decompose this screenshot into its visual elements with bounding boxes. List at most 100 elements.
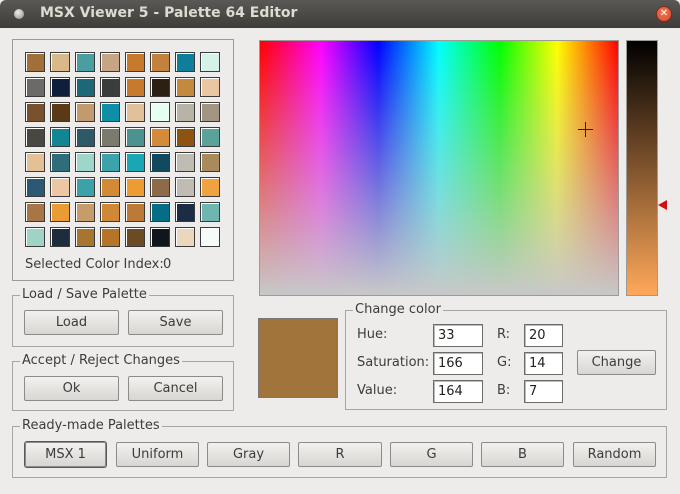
palette-swatch-13[interactable] — [150, 77, 170, 97]
palette-swatch-31[interactable] — [200, 127, 220, 147]
palette-swatch-23[interactable] — [200, 102, 220, 122]
palette-grid-panel: Selected Color Index: 0 — [12, 39, 234, 281]
palette-swatch-37[interactable] — [150, 152, 170, 172]
palette-swatch-46[interactable] — [175, 177, 195, 197]
palette-swatch-17[interactable] — [50, 102, 70, 122]
palette-swatch-18[interactable] — [75, 102, 95, 122]
title-bar[interactable]: MSX Viewer 5 - Palette 64 Editor ✕ — [0, 0, 680, 28]
palette-swatch-21[interactable] — [150, 102, 170, 122]
palette-swatch-25[interactable] — [50, 127, 70, 147]
save-button[interactable]: Save — [128, 310, 223, 335]
palette-swatch-26[interactable] — [75, 127, 95, 147]
selected-color-index-label: Selected Color Index: — [25, 257, 164, 272]
palette-swatch-57[interactable] — [50, 227, 70, 247]
palette-swatch-8[interactable] — [25, 77, 45, 97]
crosshair-icon — [578, 122, 593, 137]
hue-field[interactable]: 33 — [433, 324, 483, 347]
palette-swatch-48[interactable] — [25, 202, 45, 222]
palette-swatch-40[interactable] — [25, 177, 45, 197]
load-button[interactable]: Load — [24, 310, 119, 335]
palette-swatch-41[interactable] — [50, 177, 70, 197]
palette-swatch-33[interactable] — [50, 152, 70, 172]
palette-swatch-28[interactable] — [125, 127, 145, 147]
saturation-label: Saturation: — [357, 355, 430, 370]
palette-swatch-49[interactable] — [50, 202, 70, 222]
palette-swatch-58[interactable] — [75, 227, 95, 247]
saturation-field[interactable]: 166 — [433, 352, 483, 375]
hue-label: Hue: — [357, 327, 388, 342]
palette-swatch-45[interactable] — [150, 177, 170, 197]
close-button[interactable]: ✕ — [656, 6, 672, 22]
palette-swatch-0[interactable] — [25, 52, 45, 72]
palette-swatch-2[interactable] — [75, 52, 95, 72]
palette-swatch-39[interactable] — [200, 152, 220, 172]
palette-swatch-3[interactable] — [100, 52, 120, 72]
cancel-button[interactable]: Cancel — [128, 376, 223, 401]
hue-saturation-picker[interactable] — [259, 40, 619, 296]
g-field[interactable]: 14 — [524, 352, 563, 375]
palette-swatch-6[interactable] — [175, 52, 195, 72]
palette-gray-button[interactable]: Gray — [207, 442, 290, 467]
palette-msx1-button[interactable]: MSX 1 — [25, 442, 106, 467]
palette-swatch-16[interactable] — [25, 102, 45, 122]
palette-swatch-15[interactable] — [200, 77, 220, 97]
b-field[interactable]: 7 — [524, 380, 563, 403]
palette-swatch-10[interactable] — [75, 77, 95, 97]
palette-swatch-54[interactable] — [175, 202, 195, 222]
palette-swatch-62[interactable] — [175, 227, 195, 247]
palette-random-button[interactable]: Random — [573, 442, 656, 467]
palette-swatch-29[interactable] — [150, 127, 170, 147]
value-slider[interactable] — [626, 40, 658, 296]
window-title: MSX Viewer 5 - Palette 64 Editor — [40, 5, 298, 21]
palette-swatch-22[interactable] — [175, 102, 195, 122]
palette-swatch-7[interactable] — [200, 52, 220, 72]
palette-swatch-50[interactable] — [75, 202, 95, 222]
palette-swatch-63[interactable] — [200, 227, 220, 247]
color-preview — [258, 318, 338, 398]
palette-swatch-34[interactable] — [75, 152, 95, 172]
palette-swatch-12[interactable] — [125, 77, 145, 97]
palette-swatch-61[interactable] — [150, 227, 170, 247]
palette-swatch-24[interactable] — [25, 127, 45, 147]
palette-uniform-button[interactable]: Uniform — [116, 442, 199, 467]
palette-swatch-53[interactable] — [150, 202, 170, 222]
change-button[interactable]: Change — [577, 350, 656, 375]
palette-swatch-47[interactable] — [200, 177, 220, 197]
palette-swatch-4[interactable] — [125, 52, 145, 72]
palette-b-button[interactable]: B — [481, 442, 564, 467]
palette-swatch-32[interactable] — [25, 152, 45, 172]
palette-swatch-14[interactable] — [175, 77, 195, 97]
load-save-group: Load / Save Palette Load Save — [12, 287, 234, 347]
change-color-group: Change color Hue: 33 Saturation: 166 Val… — [345, 302, 667, 410]
palette-swatch-43[interactable] — [100, 177, 120, 197]
palette-swatch-27[interactable] — [100, 127, 120, 147]
palette-swatch-44[interactable] — [125, 177, 145, 197]
palette-swatch-35[interactable] — [100, 152, 120, 172]
value-marker-icon[interactable] — [658, 200, 667, 210]
palette-r-button[interactable]: R — [298, 442, 382, 467]
palette-swatch-9[interactable] — [50, 77, 70, 97]
ok-button[interactable]: Ok — [24, 376, 119, 401]
palette-swatch-52[interactable] — [125, 202, 145, 222]
palette-swatch-38[interactable] — [175, 152, 195, 172]
value-label: Value: — [357, 383, 398, 398]
ready-made-palettes-group: Ready-made Palettes MSX 1 Uniform Gray R… — [12, 418, 667, 478]
palette-swatch-30[interactable] — [175, 127, 195, 147]
palette-swatch-36[interactable] — [125, 152, 145, 172]
palette-swatch-1[interactable] — [50, 52, 70, 72]
palette-swatch-51[interactable] — [100, 202, 120, 222]
palette-swatch-19[interactable] — [100, 102, 120, 122]
palette-swatch-59[interactable] — [100, 227, 120, 247]
palette-swatch-56[interactable] — [25, 227, 45, 247]
palette-swatch-20[interactable] — [125, 102, 145, 122]
palette-swatch-5[interactable] — [150, 52, 170, 72]
palette-g-button[interactable]: G — [390, 442, 473, 467]
accept-reject-title: Accept / Reject Changes — [20, 353, 182, 369]
palette-swatch-60[interactable] — [125, 227, 145, 247]
r-field[interactable]: 20 — [524, 324, 563, 347]
palette-swatch-55[interactable] — [200, 202, 220, 222]
palette-swatch-42[interactable] — [75, 177, 95, 197]
palette-swatch-11[interactable] — [100, 77, 120, 97]
value-field[interactable]: 164 — [433, 380, 483, 403]
load-save-title: Load / Save Palette — [20, 287, 149, 303]
